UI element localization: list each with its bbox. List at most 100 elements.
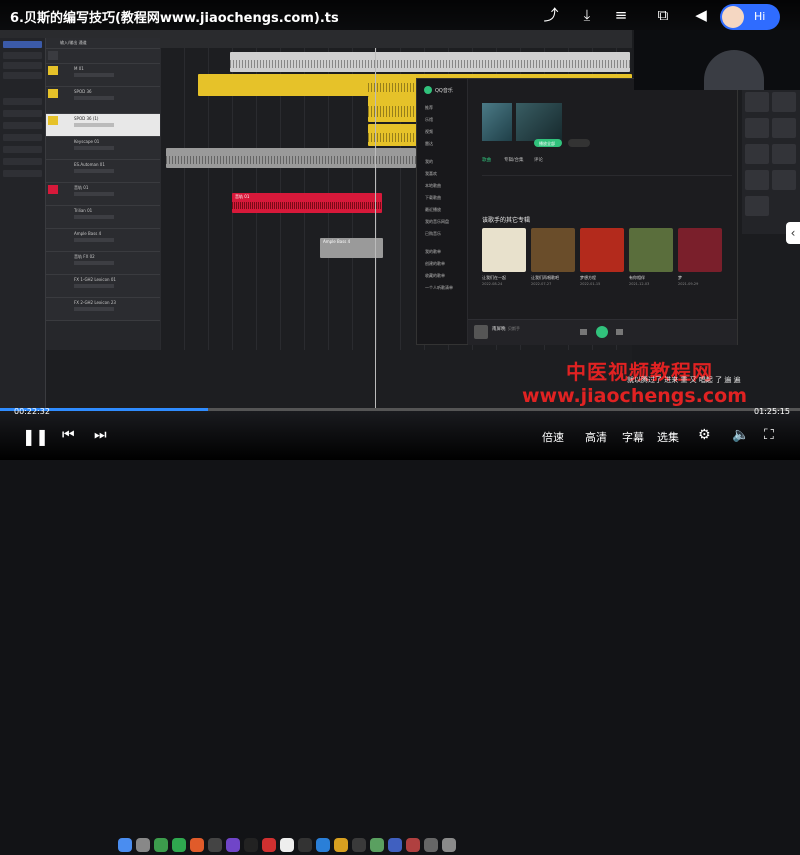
share-icon[interactable]: ⤴ (540, 6, 562, 24)
track-inspector[interactable] (0, 38, 46, 410)
app-icon[interactable] (244, 838, 258, 852)
sidebar-item[interactable]: 雷达 (425, 141, 433, 147)
sidebar-item[interactable]: 创建的歌单 (425, 261, 445, 267)
track-buttons[interactable] (74, 123, 114, 127)
next-track-button[interactable] (616, 329, 623, 335)
app-icon[interactable] (334, 838, 348, 852)
sidebar-item[interactable]: 视频 (425, 129, 433, 135)
previous-icon[interactable]: ⏮ (62, 427, 75, 443)
album-card[interactable] (580, 228, 624, 272)
track-buttons[interactable] (74, 261, 114, 265)
playhead[interactable] (375, 48, 376, 410)
tab-albums[interactable]: 专辑/合集 (504, 157, 524, 163)
vst-button[interactable] (772, 92, 796, 112)
track-header-selected[interactable]: SPOD 36 (1) (46, 114, 160, 137)
vst-button[interactable] (772, 170, 796, 190)
subtitle-option[interactable]: 字幕 (622, 429, 644, 445)
inspector-row[interactable] (3, 52, 42, 59)
assistant-badge[interactable]: Hi (720, 4, 780, 30)
track-buttons[interactable] (74, 169, 114, 173)
midi-clip[interactable] (166, 148, 416, 168)
sidebar-item[interactable]: 已购音乐 (425, 231, 441, 237)
vst-button[interactable] (772, 144, 796, 164)
episodes-option[interactable]: 选集 (657, 429, 679, 445)
sidebar-item[interactable]: 我喜欢 (425, 171, 437, 177)
track-header[interactable]: FX 1-GH2 Lexicon 01 (46, 275, 160, 298)
album-title[interactable]: 梦想方程 (580, 275, 596, 281)
side-expand-icon[interactable]: ‹ (786, 222, 800, 244)
inspector-row[interactable] (3, 110, 42, 117)
sidebar-item[interactable]: 最近播放 (425, 207, 441, 213)
volume-icon[interactable]: 🔈 (732, 427, 749, 443)
album-card[interactable] (531, 228, 575, 272)
audio-clip[interactable] (230, 52, 630, 72)
play-pause-button[interactable] (596, 326, 608, 338)
track-buttons[interactable] (74, 238, 114, 242)
track-buttons[interactable] (74, 96, 114, 100)
sidebar-item[interactable]: 一个人听歌清单 (425, 285, 453, 291)
track-buttons[interactable] (74, 284, 114, 288)
app-icon[interactable] (388, 838, 402, 852)
quality-option[interactable]: 高清 (585, 429, 607, 445)
sidebar-item[interactable]: 本地歌曲 (425, 183, 441, 189)
next-icon[interactable]: ⏭ (94, 427, 107, 443)
inspector-row[interactable] (3, 98, 42, 105)
app-icon[interactable] (208, 838, 222, 852)
vst-button[interactable] (745, 144, 769, 164)
tab-songs[interactable]: 歌曲 (482, 157, 491, 163)
finder-icon[interactable] (118, 838, 132, 852)
inspector-row[interactable] (3, 72, 42, 79)
sidebar-item[interactable]: 我的音乐网盘 (425, 219, 449, 225)
track-header[interactable]: FX 2-GH2 Lexicon 23 (46, 298, 160, 321)
play-all-button[interactable]: 播放全部 (534, 139, 562, 147)
track-header[interactable]: 音轨 01 (46, 183, 160, 206)
tab-comments[interactable]: 评论 (534, 157, 543, 163)
speed-option[interactable]: 倍速 (542, 429, 564, 445)
download-icon[interactable]: ⤓ (576, 6, 598, 24)
vst-button[interactable] (745, 92, 769, 112)
vst-button[interactable] (772, 118, 796, 138)
track-header[interactable]: Trilian 01 (46, 206, 160, 229)
track-header[interactable]: Keyscape 01 (46, 137, 160, 160)
chrome-icon[interactable] (280, 838, 294, 852)
app-icon[interactable] (316, 838, 330, 852)
inspector-row[interactable] (3, 62, 42, 69)
fullscreen-icon[interactable]: ⛶ (764, 427, 774, 443)
inspector-row[interactable] (3, 170, 42, 177)
sidebar-item[interactable]: 收藏的歌单 (425, 273, 445, 279)
mute-indicator-icon[interactable]: ◀ (690, 6, 712, 24)
app-icon[interactable] (190, 838, 204, 852)
album-card[interactable] (482, 228, 526, 272)
audio-clip-red[interactable]: 音轨 01 (232, 193, 382, 213)
song-row[interactable] (482, 183, 732, 191)
menu-icon[interactable]: ≡ (610, 6, 632, 24)
track-header[interactable]: SPOD 36 (46, 87, 160, 114)
sidebar-item[interactable]: 下载歌曲 (425, 195, 441, 201)
track-buttons[interactable] (74, 307, 114, 311)
prev-track-button[interactable] (580, 329, 587, 335)
pause-icon[interactable]: ❚❚ (22, 427, 49, 446)
app-icon[interactable] (370, 838, 384, 852)
track-header[interactable]: ES.Automan 01 (46, 160, 160, 183)
inspector-row[interactable] (3, 134, 42, 141)
album-title[interactable]: 有你相伴 (629, 275, 645, 281)
vst-button[interactable] (745, 170, 769, 190)
vst-button[interactable] (745, 196, 769, 216)
app-icon[interactable] (154, 838, 168, 852)
midi-clip-bass[interactable]: Ample Bass 4 (320, 238, 383, 258)
track-header[interactable] (46, 49, 160, 64)
inspector-row[interactable] (3, 158, 42, 165)
pip-icon[interactable]: ⧉ (652, 6, 674, 24)
wechat-icon[interactable] (172, 838, 186, 852)
track-header[interactable]: 输入/输出 通道 (46, 38, 160, 49)
app-icon[interactable] (262, 838, 276, 852)
inspector-row[interactable] (3, 146, 42, 153)
launchpad-icon[interactable] (136, 838, 150, 852)
track-buttons[interactable] (74, 215, 114, 219)
sidebar-item[interactable]: 乐馆 (425, 117, 433, 123)
inspector-track-name[interactable] (3, 41, 42, 48)
album-title[interactable]: 让我们再唱歌吧 (531, 275, 559, 281)
app-icon[interactable] (424, 838, 438, 852)
app-icon[interactable] (406, 838, 420, 852)
app-icon[interactable] (352, 838, 366, 852)
